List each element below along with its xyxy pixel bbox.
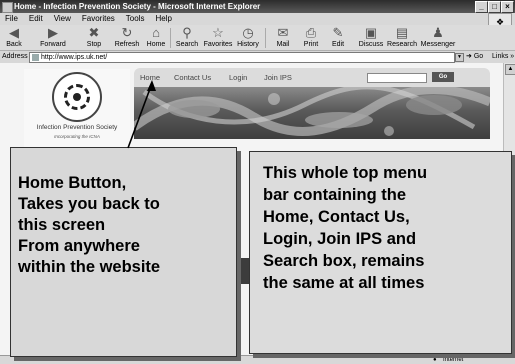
toolbar-separator bbox=[265, 28, 266, 48]
nav-home[interactable]: Home bbox=[140, 68, 160, 87]
stop-label: Stop bbox=[86, 41, 102, 48]
research-label: Research bbox=[387, 41, 417, 48]
favorites-label: Favorites bbox=[203, 41, 233, 48]
search-toolbar-button[interactable]: ⚲ Search bbox=[175, 25, 199, 49]
nav-login[interactable]: Login bbox=[229, 68, 247, 87]
address-url: http://www.ips.uk.net/ bbox=[41, 54, 108, 61]
home-toolbar-button[interactable]: ⌂ Home bbox=[145, 25, 167, 49]
print-label: Print bbox=[303, 41, 319, 48]
top-menu-callout: This whole top menu bar containing the H… bbox=[249, 151, 512, 354]
mail-label: Mail bbox=[276, 41, 290, 48]
callout-right-text: This whole top menu bar containing the H… bbox=[263, 164, 428, 292]
refresh-icon: ↻ bbox=[121, 25, 133, 40]
chevron-down-icon: ▼ bbox=[457, 54, 462, 60]
forward-arrow-icon: ▶ bbox=[48, 25, 58, 40]
toolbar-separator bbox=[170, 28, 171, 48]
go-nav-button[interactable]: ➜ Go bbox=[466, 51, 483, 63]
messenger-label: Messenger bbox=[420, 41, 456, 48]
edit-icon: ✎ bbox=[332, 25, 344, 40]
microbe-banner-graphic bbox=[134, 87, 490, 136]
refresh-button[interactable]: ↻ Refresh bbox=[112, 25, 142, 49]
favorites-button[interactable]: ☆ Favorites bbox=[202, 25, 234, 49]
print-icon: ⎙ bbox=[305, 25, 317, 40]
mail-icon: ✉ bbox=[277, 25, 289, 40]
ips-logo-emblem bbox=[52, 72, 102, 122]
minimize-button[interactable]: _ bbox=[475, 1, 488, 13]
site-top-menu: Home Contact Us Login Join IPS Go bbox=[134, 68, 490, 87]
close-button[interactable]: × bbox=[501, 1, 514, 13]
home-button-callout: Home Button, Takes you back to this scre… bbox=[10, 147, 237, 357]
window-title: Home - Infection Prevention Society - Mi… bbox=[14, 2, 261, 11]
address-dropdown[interactable]: ▼ bbox=[455, 53, 464, 62]
go-nav-label: Go bbox=[473, 53, 484, 60]
discuss-button[interactable]: ▣ Discuss bbox=[358, 25, 384, 49]
history-label: History bbox=[237, 41, 259, 48]
maximize-button[interactable]: □ bbox=[488, 1, 501, 13]
forward-button[interactable]: ▶ Forward bbox=[36, 25, 70, 49]
links-label: Links bbox=[492, 53, 509, 60]
menu-bar: File Edit View Favorites Tools Help ❖ bbox=[0, 13, 515, 31]
print-button[interactable]: ⎙ Print bbox=[301, 25, 321, 49]
history-icon: ◷ bbox=[242, 25, 254, 40]
go-arrow-icon: ➜ bbox=[466, 53, 472, 60]
callout-left-text: Home Button, Takes you back to this scre… bbox=[18, 174, 161, 276]
edit-label: Edit bbox=[331, 41, 345, 48]
title-bar: Home - Infection Prevention Society - Mi… bbox=[0, 0, 515, 13]
toolbar: ◀ Back ▶ Forward ✖ Stop ↻ Refresh ⌂ Home ⚲ Sea… bbox=[0, 25, 515, 51]
nav-contact-us[interactable]: Contact Us bbox=[174, 68, 211, 87]
star-icon: ☆ bbox=[212, 25, 224, 40]
menu-view[interactable]: View bbox=[54, 14, 71, 23]
site-search-go-button[interactable]: Go bbox=[432, 72, 454, 82]
menu-tools[interactable]: Tools bbox=[126, 14, 145, 23]
messenger-button[interactable]: ♟ Messenger bbox=[420, 25, 456, 49]
history-button[interactable]: ◷ History bbox=[235, 25, 261, 49]
menu-help[interactable]: Help bbox=[155, 14, 171, 23]
forward-label: Forward bbox=[40, 41, 66, 48]
logo-title: Infection Prevention Society bbox=[36, 124, 118, 131]
stop-icon: ✖ bbox=[88, 25, 100, 40]
back-arrow-icon: ◀ bbox=[9, 25, 19, 40]
address-input[interactable]: http://www.ips.uk.net/ bbox=[29, 52, 455, 63]
refresh-label: Refresh bbox=[114, 41, 140, 48]
links-button[interactable]: Links » bbox=[492, 51, 514, 63]
logo-subtitle: Incorporating the ICNA bbox=[54, 134, 100, 139]
discuss-label: Discuss bbox=[358, 41, 384, 48]
back-button[interactable]: ◀ Back bbox=[3, 25, 25, 49]
menu-edit[interactable]: Edit bbox=[29, 14, 43, 23]
mail-button[interactable]: ✉ Mail bbox=[273, 25, 293, 49]
menu-file[interactable]: File bbox=[5, 14, 18, 23]
search-icon: ⚲ bbox=[182, 25, 192, 40]
stop-button[interactable]: ✖ Stop bbox=[83, 25, 105, 49]
page-icon bbox=[32, 54, 39, 61]
home-label: Home bbox=[146, 41, 166, 48]
home-icon: ⌂ bbox=[152, 25, 160, 40]
site-logo[interactable]: Infection Prevention Society Incorporati… bbox=[24, 69, 130, 153]
discuss-icon: ▣ bbox=[364, 25, 378, 40]
back-label: Back bbox=[6, 41, 22, 48]
address-label: Address bbox=[2, 53, 28, 60]
ie-icon bbox=[2, 2, 13, 13]
research-icon: ▤ bbox=[395, 25, 409, 40]
edit-button[interactable]: ✎ Edit bbox=[328, 25, 348, 49]
site-search-input[interactable] bbox=[367, 73, 427, 83]
nav-join-ips[interactable]: Join IPS bbox=[264, 68, 292, 87]
scroll-up-arrow-icon[interactable]: ▲ bbox=[505, 64, 515, 75]
menu-favorites[interactable]: Favorites bbox=[82, 14, 115, 23]
banner-image bbox=[134, 87, 490, 139]
research-button[interactable]: ▤ Research bbox=[386, 25, 418, 49]
messenger-icon: ♟ bbox=[432, 25, 444, 40]
search-label: Search bbox=[175, 41, 199, 48]
